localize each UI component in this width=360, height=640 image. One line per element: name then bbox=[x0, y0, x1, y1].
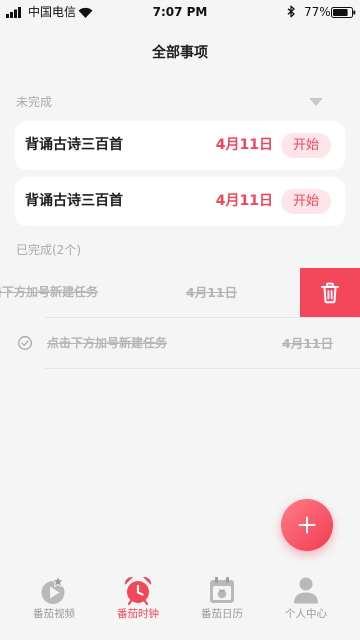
start-button[interactable]: 开始 bbox=[281, 133, 331, 158]
tab-tomato-video[interactable]: 番茄视频 bbox=[12, 570, 96, 640]
signal-icon bbox=[6, 7, 21, 18]
task-card[interactable]: 背诵古诗三百首 4月11日 开始 bbox=[15, 121, 345, 170]
battery-icon bbox=[331, 7, 356, 18]
tab-label: 番茄时钟 bbox=[117, 608, 159, 620]
task-title: 背诵古诗三百首 bbox=[25, 137, 123, 153]
task-date: 4月11日 bbox=[215, 137, 273, 153]
tab-label: 番茄视频 bbox=[33, 608, 75, 620]
alarm-clock-icon bbox=[124, 576, 152, 605]
incomplete-section-label: 未完成 bbox=[16, 95, 53, 109]
row-divider bbox=[45, 317, 360, 318]
plus-icon bbox=[298, 516, 316, 534]
tab-personal-center[interactable]: 个人中心 bbox=[264, 570, 348, 640]
page-title: 全部事项 bbox=[152, 45, 208, 61]
check-circle-icon[interactable] bbox=[17, 335, 33, 351]
completed-task-title: 点击下方加号新建任务 bbox=[0, 285, 99, 299]
trash-icon bbox=[321, 282, 339, 303]
person-icon bbox=[294, 577, 318, 604]
tab-tomato-clock[interactable]: 番茄时钟 bbox=[96, 570, 180, 640]
completed-task-title: 点击下方加号新建任务 bbox=[47, 336, 168, 350]
status-time: 7:07 PM bbox=[152, 5, 208, 19]
start-button[interactable]: 开始 bbox=[281, 189, 331, 214]
status-bar: 中国电信 7:07 PM 77% bbox=[0, 0, 360, 22]
add-task-button[interactable] bbox=[281, 499, 333, 551]
delete-button[interactable] bbox=[300, 268, 360, 317]
collapse-incomplete-toggle[interactable] bbox=[304, 92, 328, 112]
completed-task-date: 4月11日 bbox=[282, 336, 334, 351]
bluetooth-icon bbox=[287, 5, 295, 18]
calendar-icon bbox=[210, 577, 234, 603]
completed-row-swiped[interactable]: 点击下方加号新建任务 4月11日 bbox=[0, 268, 360, 317]
tomato-video-icon bbox=[41, 575, 65, 604]
task-title: 背诵古诗三百首 bbox=[25, 193, 123, 209]
completed-row[interactable]: 点击下方加号新建任务 4月11日 bbox=[0, 319, 360, 368]
tab-label: 个人中心 bbox=[285, 608, 327, 620]
carrier-name: 中国电信 bbox=[28, 5, 77, 19]
completed-section-label: 已完成(2个) bbox=[16, 243, 81, 257]
chevron-down-icon bbox=[309, 98, 323, 106]
completed-task-date: 4月11日 bbox=[186, 285, 238, 300]
task-card[interactable]: 背诵古诗三百首 4月11日 开始 bbox=[15, 177, 345, 226]
tab-bar: 番茄视频 番茄时钟 番茄日历 个人中心 bbox=[0, 570, 360, 640]
battery-percent: 77% bbox=[304, 5, 331, 19]
task-date: 4月11日 bbox=[215, 193, 273, 209]
wifi-icon bbox=[78, 7, 93, 18]
tab-label: 番茄日历 bbox=[201, 608, 243, 620]
row-divider bbox=[45, 368, 360, 369]
tab-tomato-calendar[interactable]: 番茄日历 bbox=[180, 570, 264, 640]
